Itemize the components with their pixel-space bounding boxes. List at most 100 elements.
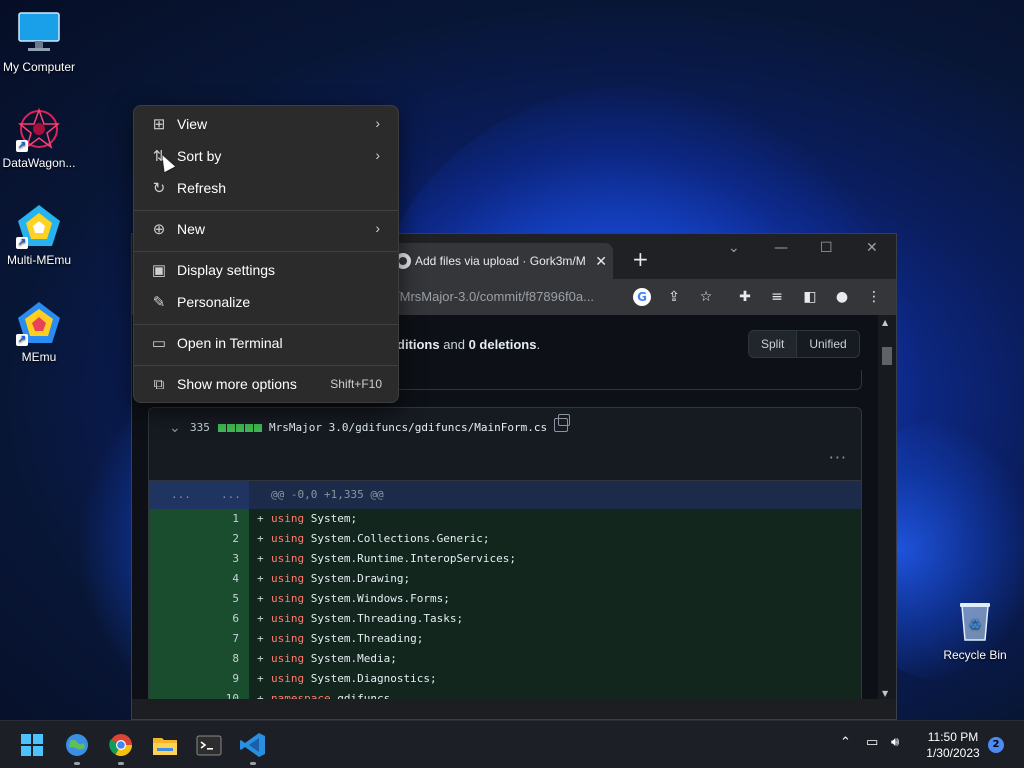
clock[interactable]: 11:50 PM 1/30/2023	[915, 729, 991, 761]
tab-search-icon[interactable]: ⌄	[728, 240, 740, 256]
menu-item-personalize[interactable]: ✎ Personalize	[138, 288, 394, 318]
chevron-down-icon[interactable]: ⌄	[169, 420, 181, 436]
diff-line: 9 + using System.Diagnostics;	[149, 669, 861, 689]
multi-memu-icon: ↗	[16, 203, 62, 249]
deletions-text: 0 deletions	[468, 337, 537, 352]
scroll-up-icon[interactable]: ▲	[882, 318, 888, 327]
taskbar-app-vscode[interactable]	[237, 729, 269, 765]
taskbar-app-terminal[interactable]	[193, 729, 225, 761]
copy-icon[interactable]	[554, 414, 570, 432]
taskbar-app-network-globe[interactable]	[61, 729, 93, 765]
monitor-icon	[16, 10, 62, 56]
menu-separator	[134, 210, 398, 211]
diffstat-bar	[218, 424, 262, 432]
menu-item-label: Open in Terminal	[177, 335, 283, 351]
vertical-scrollbar[interactable]: ▲ ▼	[878, 315, 896, 701]
extensions-icon[interactable]: ✚	[735, 287, 755, 307]
menu-item-new[interactable]: ⊕ New ›	[138, 215, 394, 245]
address-bar[interactable]: /MrsMajor-3.0/commit/f87896f0a...	[396, 285, 658, 309]
menu-kebab-icon[interactable]: ⋮	[864, 287, 884, 307]
diff-line: 4 + using System.Drawing;	[149, 569, 861, 589]
menu-item-label: Sort by	[177, 148, 222, 164]
menu-item-label: Personalize	[177, 294, 251, 310]
split-button[interactable]: Split	[749, 331, 797, 357]
desktop-icon-datawagon[interactable]: ↗ DataWagon...	[0, 106, 78, 170]
hunk-left-dots: ...	[171, 488, 191, 501]
notification-badge[interactable]: 2	[988, 737, 1004, 753]
maximize-button[interactable]: ☐	[820, 240, 833, 256]
hunk-expand-gutter[interactable]: ... ...	[149, 481, 249, 509]
side-panel-icon[interactable]: ◧	[800, 287, 820, 307]
summary-and: and	[443, 337, 465, 352]
line-number[interactable]: 7	[149, 629, 249, 649]
menu-item-view[interactable]: ⊞ View ›	[138, 110, 394, 140]
taskbar-app-chrome[interactable]	[105, 729, 137, 765]
chrome-icon	[109, 734, 132, 756]
taskbar: ⌃ ▭ 🔊︎ 11:50 PM 1/30/2023 2	[0, 720, 1024, 768]
file-path[interactable]: MrsMajor 3.0/gdifuncs/gdifuncs/MainForm.…	[269, 421, 547, 434]
menu-separator	[134, 324, 398, 325]
media-control-icon[interactable]: ≡	[767, 287, 787, 307]
browser-tab[interactable]: Add files via upload · Gork3m/M ✕	[387, 243, 613, 279]
menu-item-display-settings[interactable]: ▣ Display settings	[138, 256, 394, 286]
tab-close-icon[interactable]: ✕	[595, 243, 607, 279]
desktop-icon-memu[interactable]: ↗ MEmu	[0, 300, 78, 364]
added-marker: +	[257, 532, 264, 545]
menu-item-show-more-options[interactable]: ⧉ Show more options Shift+F10	[138, 370, 394, 400]
google-lens-icon[interactable]: G	[633, 288, 651, 306]
line-number[interactable]: 4	[149, 569, 249, 589]
menu-item-label: Show more options	[177, 376, 297, 392]
diff-lines: 1 + using System; 2 + using System.Collectio…	[149, 509, 861, 701]
menu-item-sort-by[interactable]: ⇅ Sort by ›	[138, 142, 394, 172]
chevron-right-icon: ›	[375, 115, 380, 131]
desktop-icon-my-computer[interactable]: My Computer	[0, 10, 78, 74]
diff-line: 3 + using System.Runtime.InteropServices;	[149, 549, 861, 569]
diff-line: 1 + using System;	[149, 509, 861, 529]
taskbar-app-file-explorer[interactable]	[149, 729, 181, 761]
desktop-context-menu: ⊞ View › ⇅ Sort by › ↻ Refresh ⊕ New › ▣…	[133, 105, 399, 403]
profile-icon[interactable]: ●	[832, 287, 852, 307]
share-icon[interactable]: ⇪	[664, 287, 684, 307]
new-tab-button[interactable]: +	[632, 247, 649, 271]
added-marker: +	[257, 612, 264, 625]
clock-date: 1/30/2023	[926, 746, 980, 760]
line-number[interactable]: 9	[149, 669, 249, 689]
added-marker: +	[257, 652, 264, 665]
additions-text: ditions	[397, 337, 440, 352]
line-number[interactable]: 6	[149, 609, 249, 629]
line-number[interactable]: 5	[149, 589, 249, 609]
hunk-header: ... ... @@ -0,0 +1,335 @@	[149, 481, 861, 509]
line-number[interactable]: 2	[149, 529, 249, 549]
volume-icon[interactable]: 🔊︎	[891, 735, 899, 750]
scroll-down-icon[interactable]: ▼	[882, 689, 888, 698]
file-options-icon[interactable]: ···	[829, 448, 847, 467]
desktop-icon-recycle-bin[interactable]: ♻ Recycle Bin	[942, 598, 1008, 662]
memu-icon: ↗	[16, 300, 62, 346]
scrollbar-thumb[interactable]	[882, 347, 892, 365]
network-icon[interactable]: ▭	[866, 735, 878, 750]
menu-item-refresh[interactable]: ↻ Refresh	[138, 174, 394, 204]
hunk-range: @@ -0,0 +1,335 @@	[271, 488, 384, 501]
svg-text:♻: ♻	[969, 617, 982, 633]
menu-shortcut: Shift+F10	[330, 377, 382, 391]
line-number[interactable]: 3	[149, 549, 249, 569]
start-button[interactable]	[16, 729, 48, 761]
line-number[interactable]: 1	[149, 509, 249, 529]
desktop-icon-multi-memu[interactable]: ↗ Multi-MEmu	[0, 203, 78, 267]
tab-title: Add files via upload · Gork3m/M	[415, 254, 586, 268]
menu-item-label: Display settings	[177, 262, 276, 278]
running-indicator	[250, 762, 256, 765]
code-text: using System.Threading;	[271, 632, 424, 645]
datawagon-icon: ↗	[16, 106, 62, 152]
unified-button[interactable]: Unified	[796, 331, 859, 357]
menu-item-label: New	[177, 221, 206, 237]
more-options-icon: ⧉	[153, 376, 165, 393]
horizontal-scrollbar[interactable]	[132, 699, 896, 719]
bookmark-star-icon[interactable]: ☆	[696, 287, 716, 307]
running-indicator	[118, 762, 124, 765]
close-window-button[interactable]: ✕	[866, 240, 878, 256]
show-hidden-icons-chevron-up-icon[interactable]: ⌃	[840, 735, 851, 750]
minimize-button[interactable]: —	[774, 240, 788, 256]
menu-item-open-in-terminal[interactable]: ▭ Open in Terminal	[138, 329, 394, 359]
line-number[interactable]: 8	[149, 649, 249, 669]
